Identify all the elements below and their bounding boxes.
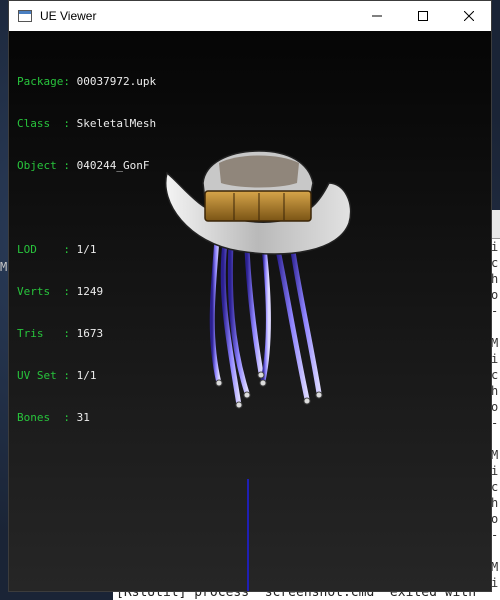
class-value: SkeletalMesh [76, 117, 157, 130]
viewport-axis-line [247, 479, 249, 591]
background-terminal-line: - [491, 416, 499, 430]
tentacle-group [209, 235, 322, 408]
skeletal-mesh-render[interactable] [159, 143, 359, 443]
uvset-label: UV Set : [17, 369, 77, 382]
background-terminal-line: i [491, 352, 499, 366]
background-terminal-line: h [491, 384, 499, 398]
uvset-row: UV Set : 1/1 [17, 369, 156, 383]
background-terminal-line: - [491, 304, 499, 318]
lod-value: 1/1 [76, 243, 97, 256]
package-row: Package: 00037972.upk [17, 75, 156, 89]
3d-viewport[interactable]: Package: 00037972.upk Class : SkeletalMe… [9, 31, 491, 591]
minimize-button[interactable] [354, 1, 400, 31]
background-terminal-line: M [491, 560, 499, 574]
background-terminal-line: c [491, 256, 499, 270]
title-bar[interactable]: UE Viewer [9, 1, 491, 31]
background-terminal-line: h [491, 496, 499, 510]
background-window-text: M [0, 260, 8, 274]
background-terminal-line: c [491, 480, 499, 494]
background-terminal-line: M [491, 336, 499, 350]
object-row: Object : 040244_GonF [17, 159, 156, 173]
background-terminal-line: - [491, 528, 499, 542]
verts-label: Verts : [17, 285, 77, 298]
maximize-button[interactable] [400, 1, 446, 31]
window-title: UE Viewer [40, 9, 97, 23]
maximize-icon [418, 11, 428, 21]
mesh-info-panel: Package: 00037972.upk Class : SkeletalMe… [17, 47, 156, 453]
tris-value: 1673 [76, 327, 104, 340]
background-terminal-line: i [491, 576, 499, 590]
background-terminal-line: o [491, 288, 499, 302]
hat-crown-shadow [219, 155, 299, 188]
lod-row: LOD : 1/1 [17, 243, 156, 257]
package-label: Package: [17, 75, 77, 88]
class-row: Class : SkeletalMesh [17, 117, 156, 131]
background-terminal-line: c [491, 368, 499, 382]
close-button[interactable] [446, 1, 492, 31]
close-icon [464, 11, 474, 21]
bones-value: 31 [76, 411, 90, 424]
bones-label: Bones : [17, 411, 77, 424]
package-value: 00037972.upk [76, 75, 157, 88]
hat-band [204, 190, 312, 222]
background-terminal-line: i [491, 240, 499, 254]
minimize-icon [372, 15, 382, 17]
background-terminal-line: o [491, 400, 499, 414]
object-value: 040244_GonF [76, 159, 150, 172]
lod-label: LOD : [17, 243, 77, 256]
background-terminal-line: h [491, 272, 499, 286]
window-icon[interactable] [17, 8, 33, 24]
tris-row: Tris : 1673 [17, 327, 156, 341]
background-terminal-line: M [491, 448, 499, 462]
verts-value: 1249 [76, 285, 104, 298]
uvset-value: 1/1 [76, 369, 97, 382]
object-label: Object : [17, 159, 77, 172]
class-label: Class : [17, 117, 77, 130]
background-terminal-line: o [491, 512, 499, 526]
bones-row: Bones : 31 [17, 411, 156, 425]
ue-viewer-window: UE Viewer Package: 00037972.upk Class : … [8, 0, 492, 592]
verts-row: Verts : 1249 [17, 285, 156, 299]
tris-label: Tris : [17, 327, 77, 340]
background-terminal-line: i [491, 464, 499, 478]
